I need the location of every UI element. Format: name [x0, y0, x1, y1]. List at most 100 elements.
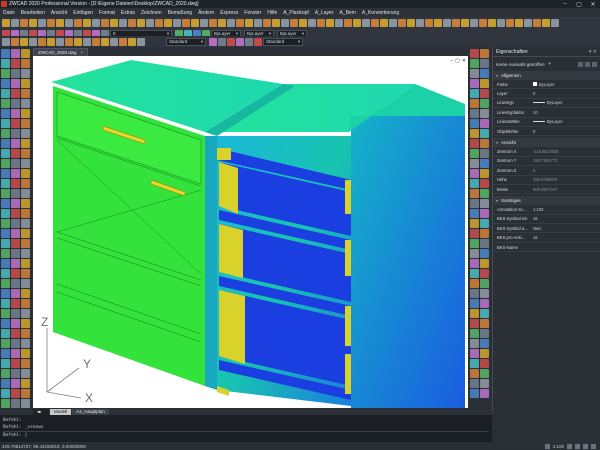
tool-button[interactable] — [21, 279, 30, 288]
tool-button[interactable] — [11, 389, 20, 398]
tool-button[interactable] — [1, 249, 10, 258]
toolbar-button[interactable] — [128, 18, 136, 27]
tool-button[interactable] — [470, 329, 479, 338]
tool-button[interactable] — [1, 189, 10, 198]
command-input[interactable]: Befehl: | — [3, 431, 489, 438]
property-row[interactable]: Linienstärke ByLayer — [493, 118, 600, 127]
toolbar-button[interactable] — [20, 18, 28, 27]
tool-button[interactable] — [1, 329, 10, 338]
toolbar-button[interactable] — [38, 18, 46, 27]
toolbar-button[interactable] — [29, 18, 37, 27]
property-row[interactable]: Zentrum X -118.6617836 — [493, 147, 600, 157]
property-value[interactable]: 0 — [533, 91, 600, 96]
tool-button[interactable] — [470, 379, 479, 388]
toolbar-button[interactable] — [182, 18, 190, 27]
tool-button[interactable] — [470, 89, 479, 98]
tool-button[interactable] — [480, 149, 489, 158]
toolbar-button[interactable] — [281, 18, 289, 27]
toolbar-button[interactable] — [227, 18, 235, 27]
tool-button[interactable] — [470, 79, 479, 88]
toolbar-button[interactable] — [542, 18, 550, 27]
menu-item[interactable]: Zeichnen — [138, 10, 165, 16]
property-value[interactable]: 0 — [533, 129, 600, 134]
menu-item[interactable]: Bearbeiten — [18, 10, 48, 16]
tool-button[interactable] — [21, 69, 30, 78]
tool-button[interactable] — [21, 289, 30, 298]
toolbar-button[interactable] — [164, 18, 172, 27]
toolbar-button[interactable] — [47, 18, 55, 27]
property-row[interactable]: Höhe 392.6766879 — [493, 176, 600, 185]
tool-button[interactable] — [480, 269, 489, 278]
tool-button[interactable] — [11, 99, 20, 108]
toolbar-button[interactable] — [245, 37, 253, 46]
tool-button[interactable] — [11, 89, 20, 98]
tool-button[interactable] — [11, 219, 20, 228]
tab-layout[interactable]: A4_Hauptplan — [72, 408, 109, 415]
settings-icon[interactable] — [591, 443, 596, 449]
toolbar-button[interactable] — [110, 37, 118, 46]
toolbar-button[interactable] — [146, 18, 154, 27]
tool-button[interactable] — [21, 129, 30, 138]
property-value[interactable]: 1:100 — [533, 207, 600, 212]
tool-button[interactable] — [480, 129, 489, 138]
tool-button[interactable] — [480, 119, 489, 128]
tool-button[interactable] — [470, 389, 479, 398]
tool-button[interactable] — [1, 99, 10, 108]
tool-button[interactable] — [21, 229, 30, 238]
tool-button[interactable] — [21, 299, 30, 308]
tool-button[interactable] — [470, 279, 479, 288]
annotation-scale-icon[interactable] — [544, 443, 550, 449]
toolbar-button[interactable] — [263, 18, 271, 27]
tool-button[interactable] — [11, 279, 20, 288]
property-value[interactable]: -118.6617836 — [533, 149, 600, 154]
toolbar-button[interactable] — [101, 18, 109, 27]
menu-item[interactable]: A_Plankopf — [280, 10, 312, 16]
text-style-combo[interactable]: Standard ▾ — [263, 37, 303, 46]
tool-button[interactable] — [470, 219, 479, 228]
tool-button[interactable] — [21, 339, 30, 348]
select-objects-icon[interactable] — [585, 61, 590, 67]
tool-button[interactable] — [1, 59, 10, 68]
tool-button[interactable] — [11, 209, 20, 218]
tool-button[interactable] — [1, 279, 10, 288]
tool-button[interactable] — [11, 169, 20, 178]
tool-button[interactable] — [1, 169, 10, 178]
menu-item[interactable]: Fenster — [241, 10, 264, 16]
menu-item[interactable]: Ansicht — [48, 10, 70, 16]
tool-button[interactable] — [480, 369, 489, 378]
tool-button[interactable] — [470, 239, 479, 248]
tool-button[interactable] — [480, 59, 489, 68]
tool-button[interactable] — [470, 359, 479, 368]
tool-button[interactable] — [1, 69, 10, 78]
tool-button[interactable] — [11, 379, 20, 388]
tool-button[interactable] — [11, 239, 20, 248]
tool-button[interactable] — [11, 179, 20, 188]
tool-button[interactable] — [480, 299, 489, 308]
tool-button[interactable] — [480, 289, 489, 298]
toolbar-button[interactable] — [83, 37, 91, 46]
tool-button[interactable] — [480, 209, 489, 218]
toolbar-button[interactable] — [308, 18, 316, 27]
tool-button[interactable] — [480, 309, 489, 318]
tool-button[interactable] — [11, 119, 20, 128]
tab-nav-arrows[interactable]: ◂▸ — [33, 408, 49, 415]
tool-button[interactable] — [21, 189, 30, 198]
toolbar-button[interactable] — [236, 37, 244, 46]
property-row[interactable]: Linientyp ByLayer — [493, 99, 600, 109]
tool-button[interactable] — [21, 319, 30, 328]
tool-button[interactable] — [1, 129, 10, 138]
toolbar-button[interactable] — [497, 18, 505, 27]
tool-button[interactable] — [1, 79, 10, 88]
toolbar-button[interactable] — [425, 18, 433, 27]
toolbar-button[interactable] — [353, 18, 361, 27]
menu-item[interactable]: A_Konvertierung — [359, 10, 402, 16]
menu-item[interactable]: Einfügen — [70, 10, 96, 16]
tool-button[interactable] — [21, 269, 30, 278]
property-value[interactable]: ByLayer — [533, 100, 600, 105]
tool-button[interactable] — [11, 109, 20, 118]
property-value[interactable]: Nein — [533, 226, 600, 231]
tool-button[interactable] — [11, 399, 20, 408]
menu-item[interactable]: Ändern — [195, 10, 217, 16]
tool-button[interactable] — [11, 49, 20, 58]
tool-button[interactable] — [470, 99, 479, 108]
